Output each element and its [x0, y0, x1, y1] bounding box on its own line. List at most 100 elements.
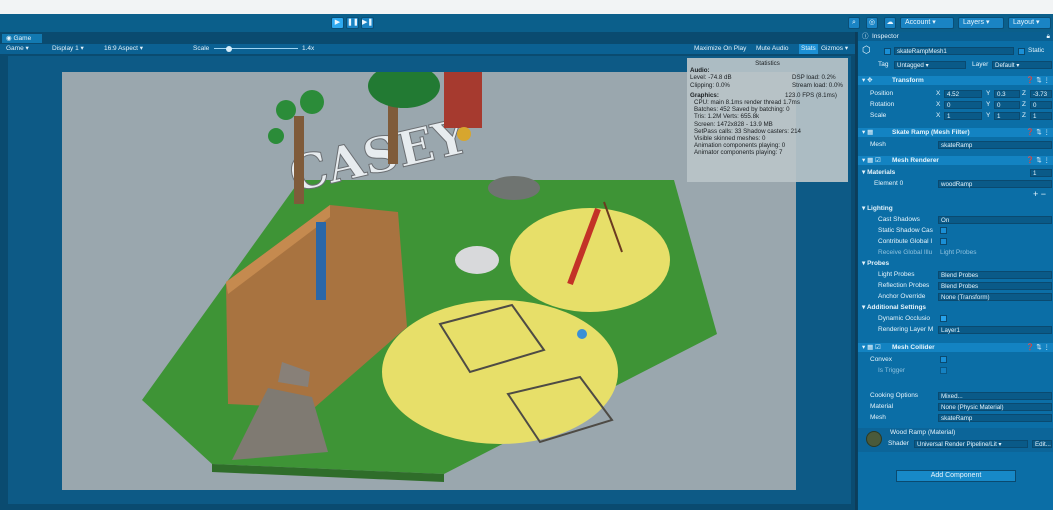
stats-toggle[interactable]: Stats: [799, 44, 818, 54]
lock-icon[interactable]: 🔒︎: [1047, 32, 1050, 41]
pause-button[interactable]: ❚❚: [346, 17, 359, 29]
tag-layer-row: Tag Untagged ▾ Layer Default ▾: [858, 60, 1053, 69]
inspector-tab-label: Inspector: [872, 33, 899, 40]
stats-animation: Animation components playing: 0: [694, 142, 786, 150]
mesh-collider-title: Mesh Collider: [892, 344, 935, 351]
stats-setpass: SetPass calls: 33 Shadow casters: 214: [694, 127, 801, 135]
physic-material-field[interactable]: None (Physic Material): [938, 402, 1052, 411]
cast-shadows-dropdown[interactable]: On: [938, 215, 1052, 224]
is-trigger-checkbox[interactable]: [940, 367, 947, 374]
rotation-x-field[interactable]: 0: [944, 100, 982, 109]
component-menu-icon[interactable]: ❓ ⇅ ⋮: [1026, 156, 1050, 165]
anchor-override-field[interactable]: None (Transform): [938, 292, 1052, 301]
mesh-filter-mesh-field[interactable]: skateRamp: [938, 140, 1052, 149]
position-z-field[interactable]: -3.73: [1030, 89, 1052, 98]
static-shadow-row: Static Shadow Cas: [858, 226, 1053, 235]
material-preview[interactable]: Wood Ramp (Material) Shader Universal Re…: [858, 428, 1053, 452]
collab-button[interactable]: ◎: [866, 17, 878, 29]
scale-slider-handle[interactable]: [226, 46, 232, 52]
component-menu-icon[interactable]: ❓ ⇅ ⋮: [1026, 343, 1050, 352]
object-name-field[interactable]: skateRampMesh1: [894, 47, 1014, 55]
layer-dropdown[interactable]: Default ▾: [992, 60, 1052, 69]
tree-trunk: [294, 116, 304, 204]
mesh-collider-header[interactable]: ▾ ▦ ☑ Mesh Collider ❓ ⇅ ⋮: [858, 343, 1053, 352]
materials-count-field[interactable]: 1: [1030, 168, 1052, 177]
convex-label: Convex: [870, 356, 893, 363]
add-component-button[interactable]: Add Component: [896, 470, 1016, 482]
mesh-filter-header[interactable]: ▾ ▦ Skate Ramp (Mesh Filter) ❓ ⇅ ⋮: [858, 128, 1053, 137]
mute-audio-toggle[interactable]: Mute Audio: [756, 44, 789, 54]
reflection-probes-dropdown[interactable]: Blend Probes: [938, 281, 1052, 290]
rotation-y-field[interactable]: 0: [994, 100, 1020, 109]
display-label: Display 1: [52, 45, 79, 52]
add-remove-icon[interactable]: + −: [1033, 190, 1046, 199]
layers-dropdown[interactable]: Layers ▾: [958, 17, 1004, 29]
cast-shadows-row: Cast Shadows On: [858, 215, 1053, 224]
layout-dropdown[interactable]: Layout ▾: [1008, 17, 1051, 29]
scale-label-inspector: Scale: [870, 112, 887, 119]
scale-value: 1.4x: [302, 45, 315, 52]
mesh-renderer-icon: ▾ ▦ ☑: [862, 157, 881, 164]
position-y-field[interactable]: 0.3: [994, 89, 1020, 98]
transform-header[interactable]: ▾ ✥ Transform ❓ ⇅ ⋮: [858, 76, 1053, 85]
static-checkbox[interactable]: [1018, 48, 1025, 55]
position-x-field[interactable]: 4.52: [944, 89, 982, 98]
search-button[interactable]: ⌕: [848, 17, 860, 29]
is-trigger-label: Is Trigger: [878, 367, 906, 374]
shader-edit-button[interactable]: Edit...: [1032, 440, 1052, 448]
rendering-layer-dropdown[interactable]: Layer1: [938, 325, 1052, 334]
element-0-label: Element 0: [874, 180, 904, 187]
rotation-z-field[interactable]: 0: [1030, 100, 1052, 109]
tab-inspector[interactable]: ⓘ Inspector 🔒︎: [858, 32, 1053, 41]
robot-character: [444, 72, 482, 128]
light-probes-dropdown[interactable]: Blend Probes: [938, 270, 1052, 279]
search-icon: ⌕: [852, 19, 856, 26]
tab-game[interactable]: ◉ Game: [2, 34, 42, 43]
transform-title: Transform: [892, 77, 924, 84]
component-menu-icon[interactable]: ❓ ⇅ ⋮: [1026, 128, 1050, 137]
cloud-button[interactable]: ☁: [884, 17, 896, 29]
contribute-gi-checkbox[interactable]: [940, 238, 947, 245]
object-header: ⬡ skateRampMesh1 Static: [858, 46, 1053, 57]
object-active-checkbox[interactable]: [884, 48, 891, 55]
convex-row: Convex: [858, 355, 1053, 364]
probes-section[interactable]: ▾ Probes: [858, 259, 1053, 268]
stats-screen: Screen: 1472x828 - 13.9 MB: [694, 120, 773, 128]
mesh-renderer-header[interactable]: ▾ ▦ ☑ Mesh Renderer ❓ ⇅ ⋮: [858, 156, 1053, 165]
scale-x-field[interactable]: 1: [944, 111, 982, 120]
scale-y-field[interactable]: 1: [994, 111, 1020, 120]
scale-z-field[interactable]: 1: [1030, 111, 1052, 120]
account-dropdown[interactable]: Account ▾: [900, 17, 954, 29]
play-button[interactable]: ▶: [331, 17, 344, 29]
dynamic-occlusion-checkbox[interactable]: [940, 315, 947, 322]
shader-dropdown[interactable]: Universal Render Pipeline/Lit ▾: [914, 440, 1028, 448]
static-shadow-checkbox[interactable]: [940, 227, 947, 234]
rotation-label: Rotation: [870, 101, 895, 108]
mesh-filter-mesh-label: Mesh: [870, 141, 886, 148]
tag-dropdown[interactable]: Untagged ▾: [894, 60, 966, 69]
stats-level: Level: -74.8 dB: [690, 74, 732, 82]
cooking-options-dropdown[interactable]: Mixed...: [938, 391, 1052, 400]
gizmos-dropdown[interactable]: Gizmos ▾: [821, 44, 848, 54]
rendering-layer-label: Rendering Layer M: [878, 326, 934, 333]
dynamic-occlusion-label: Dynamic Occlusio: [878, 315, 931, 322]
additional-settings-section[interactable]: ▾ Additional Settings: [858, 303, 1053, 312]
chevron-down-icon: ▾: [932, 19, 936, 26]
convex-checkbox[interactable]: [940, 356, 947, 363]
element-0-field[interactable]: woodRamp: [938, 179, 1052, 188]
display-select[interactable]: Display 1 ▾: [52, 44, 84, 54]
collider-mesh-field[interactable]: skateRamp: [938, 413, 1052, 422]
materials-row[interactable]: ▾ Materials 1: [858, 168, 1053, 177]
aspect-select[interactable]: 16:9 Aspect ▾: [104, 44, 143, 54]
game-render[interactable]: CASEY: [62, 72, 796, 490]
stats-animator: Animator components playing: 7: [694, 149, 783, 157]
step-button[interactable]: ▶❚: [361, 17, 374, 29]
lighting-section[interactable]: ▾ Lighting: [858, 204, 1053, 213]
light-probes-row: Light Probes Blend Probes: [858, 270, 1053, 279]
view-select[interactable]: Game ▾: [6, 44, 29, 54]
main-toolbar: ▶ ❚❚ ▶❚ ⌕ ◎ ☁ Account ▾ Layers ▾ Layout …: [0, 14, 1053, 32]
stats-stream: Stream load: 0.0%: [792, 81, 843, 89]
maximize-on-play-toggle[interactable]: Maximize On Play: [694, 44, 746, 54]
component-menu-icon[interactable]: ❓ ⇅ ⋮: [1026, 76, 1050, 85]
statistics-overlay: Statistics Audio: Level: -74.8 dB DSP loa…: [687, 58, 848, 182]
